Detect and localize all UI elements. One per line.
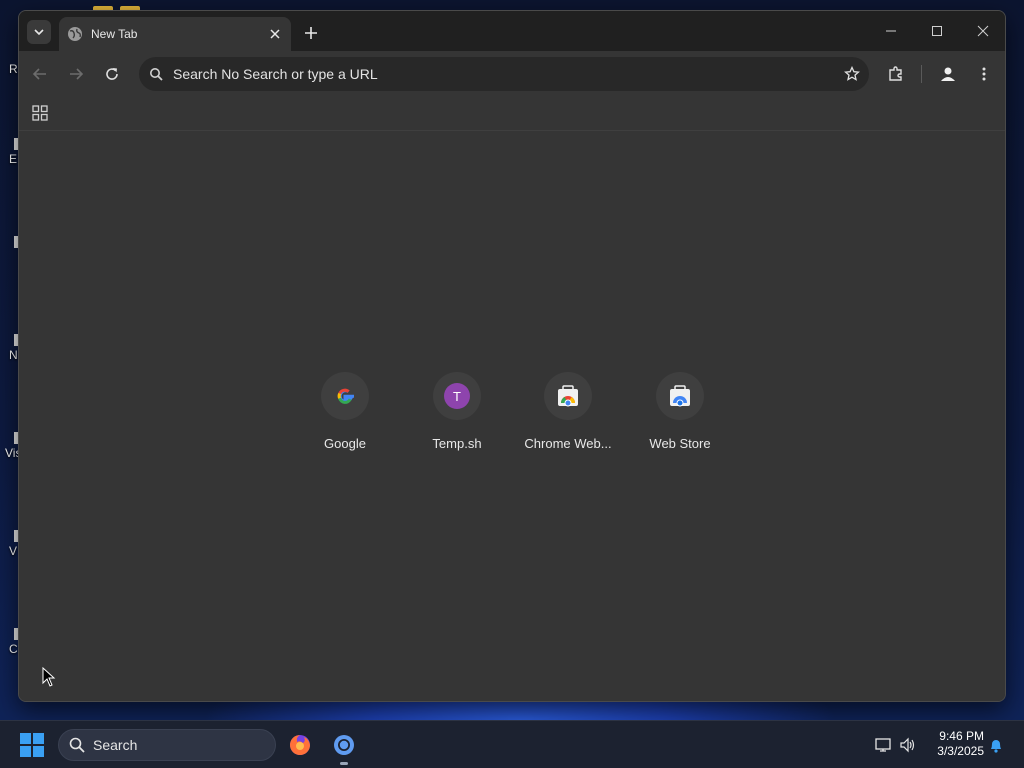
- close-icon: [977, 25, 989, 37]
- arrow-right-icon: [70, 68, 84, 80]
- forward-button[interactable]: [63, 61, 89, 87]
- shortcut-icon-container: T: [433, 372, 481, 420]
- desktop-icon-label: V: [9, 544, 18, 558]
- reload-button[interactable]: [99, 61, 125, 87]
- more-vert-icon: [982, 67, 986, 81]
- address-bar[interactable]: Search No Search or type a URL: [139, 57, 869, 91]
- active-app-indicator: [340, 762, 348, 765]
- puzzle-icon: [889, 66, 902, 81]
- bookmarks-bar: [19, 97, 1005, 131]
- shortcut-tile-temp-sh[interactable]: T Temp.sh: [401, 372, 513, 472]
- minimize-icon: [886, 30, 896, 32]
- shortcut-icon-container: [656, 372, 704, 420]
- shortcut-label: Temp.sh: [432, 436, 482, 451]
- browser-window: New Tab Search No Search or type a URL G…: [18, 10, 1006, 702]
- shortcut-label: Web Store: [649, 436, 711, 451]
- windows-logo-icon: [33, 746, 44, 757]
- plus-icon: [305, 27, 317, 39]
- network-icon: [875, 738, 891, 752]
- volume-button[interactable]: [898, 735, 918, 755]
- tab-search-button[interactable]: [27, 20, 51, 44]
- letter-avatar-icon: T: [444, 383, 470, 409]
- close-window-button[interactable]: [969, 19, 997, 43]
- desktop-icon-label: E: [9, 152, 18, 166]
- clock-date: 3/3/2025: [937, 744, 984, 758]
- browser-toolbar: Search No Search or type a URL: [19, 51, 1005, 97]
- desktop-icon-label: N: [9, 348, 18, 362]
- back-button[interactable]: [27, 61, 53, 87]
- bell-icon: [991, 740, 1001, 753]
- apps-button[interactable]: [29, 102, 51, 124]
- maximize-icon: [932, 26, 942, 36]
- mouse-cursor-icon: [42, 667, 56, 687]
- tab-new-tab[interactable]: New Tab: [59, 17, 291, 51]
- shortcut-tile-chrome-web-store[interactable]: Chrome Web...: [512, 372, 624, 472]
- taskbar-app-chrome[interactable]: [328, 729, 360, 761]
- search-icon: [69, 737, 85, 753]
- taskbar: Search 9:46 PM 3/3/2025: [0, 720, 1024, 768]
- desktop-icon-label: C: [9, 642, 18, 656]
- speaker-icon: [900, 737, 915, 753]
- windows-logo-icon: [33, 733, 44, 744]
- star-icon: [844, 66, 860, 81]
- new-tab-page: Google T Temp.sh Chrome Web... Web Store: [19, 132, 1005, 701]
- extensions-button[interactable]: [883, 61, 909, 87]
- new-tab-button[interactable]: [299, 21, 323, 45]
- clock-time: 9:46 PM: [939, 729, 984, 743]
- apps-grid-icon: [32, 105, 48, 121]
- title-bar[interactable]: New Tab: [19, 11, 1005, 51]
- windows-logo-icon: [20, 746, 31, 757]
- globe-icon: [68, 27, 82, 41]
- minimize-button[interactable]: [877, 19, 905, 43]
- person-icon: [941, 67, 955, 81]
- menu-button[interactable]: [971, 61, 997, 87]
- shortcut-icon-container: [544, 372, 592, 420]
- shortcut-label: Google: [324, 436, 366, 451]
- web-store-icon: [670, 385, 690, 407]
- maximize-button[interactable]: [923, 19, 951, 43]
- shortcut-label: Chrome Web...: [524, 436, 612, 451]
- close-icon: [270, 29, 280, 39]
- shortcut-tile-google[interactable]: Google: [289, 372, 401, 472]
- toolbar-separator: [921, 65, 922, 83]
- chevron-down-icon: [34, 29, 44, 36]
- bookmark-star-button[interactable]: [835, 66, 869, 82]
- reload-icon: [106, 68, 118, 80]
- desktop-icon-label: R: [9, 62, 18, 76]
- search-icon: [139, 67, 173, 81]
- profile-button[interactable]: [935, 61, 961, 87]
- arrow-left-icon: [32, 68, 46, 80]
- taskbar-app-firefox[interactable]: [284, 729, 316, 761]
- google-icon: [337, 388, 354, 404]
- taskbar-search-box[interactable]: Search: [58, 729, 276, 761]
- tab-close-button[interactable]: [265, 24, 285, 44]
- shortcut-tile-web-store[interactable]: Web Store: [624, 372, 736, 472]
- firefox-icon: [290, 735, 310, 755]
- taskbar-search-label: Search: [93, 737, 138, 753]
- taskbar-clock[interactable]: 9:46 PM 3/3/2025: [926, 729, 984, 761]
- shortcut-icon-container: [321, 372, 369, 420]
- tab-title: New Tab: [91, 27, 138, 41]
- notifications-button[interactable]: [986, 735, 1006, 755]
- start-button[interactable]: [20, 733, 44, 757]
- chrome-icon: [334, 735, 354, 755]
- windows-logo-icon: [20, 733, 31, 744]
- chrome-web-store-icon: [558, 385, 578, 407]
- address-bar-text: Search No Search or type a URL: [173, 66, 378, 82]
- network-button[interactable]: [874, 735, 894, 755]
